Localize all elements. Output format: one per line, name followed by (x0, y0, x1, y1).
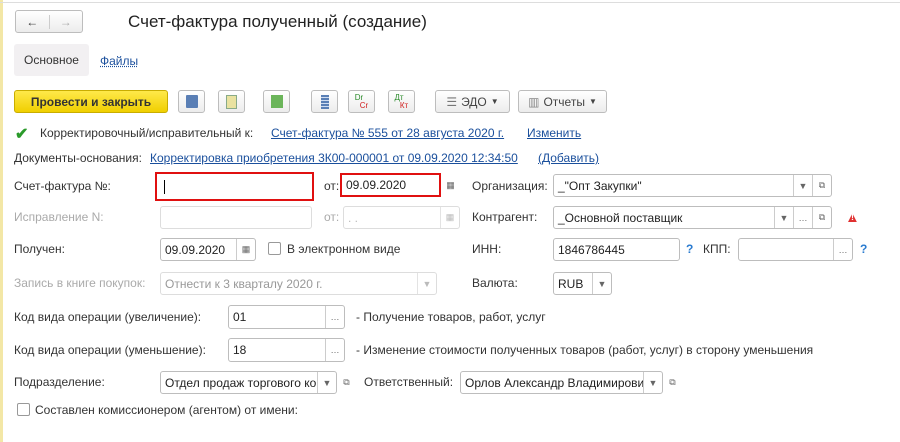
select-icon[interactable]: … (325, 306, 344, 328)
change-link[interactable]: Изменить (527, 126, 581, 140)
edo-icon: ☰ (446, 94, 458, 109)
warning-icon-mark: ! (851, 212, 854, 222)
dt-kt-button[interactable]: Дт Кт (388, 90, 415, 113)
report-icon: ▥ (528, 94, 540, 109)
kpp-help-icon[interactable]: ? (860, 242, 867, 256)
tab-main[interactable]: Основное (14, 44, 89, 76)
post-button[interactable] (218, 90, 245, 113)
op-decrease-label: Код вида операции (уменьшение): (14, 343, 206, 357)
department-label: Подразделение: (14, 375, 105, 389)
create-based-on-button[interactable] (263, 90, 290, 113)
cr-icon: Cr (359, 100, 369, 110)
dropdown-icon: ▼ (588, 97, 597, 106)
window-edge (0, 0, 3, 442)
dropdown-icon: ▼ (417, 273, 436, 294)
dropdown-icon: ▼ (490, 97, 499, 106)
responsible-label: Ответственный: (364, 375, 454, 389)
open-icon: ⧉ (669, 377, 676, 387)
select-icon[interactable]: … (793, 207, 812, 228)
calendar-icon: ▦ (446, 179, 455, 190)
department-select[interactable]: Отдел продаж торгового комплекса▼ (160, 371, 337, 394)
correction-label: Корректировочный/исправительный к: (40, 126, 254, 140)
tab-strip-border (0, 0, 900, 3)
counterparty-select[interactable]: _Основной поставщик ▼… ⧉ (553, 206, 832, 229)
base-doc-link[interactable]: Корректировка приобретения 3К00-000001 о… (150, 151, 518, 165)
currency-select[interactable]: RUB ▼ (553, 272, 612, 295)
nav-buttons: ← → (15, 10, 83, 33)
dropdown-icon[interactable]: ▼ (317, 372, 336, 393)
calendar-icon: ▦ (440, 207, 459, 228)
reports-label: Отчеты (543, 94, 585, 109)
select-icon[interactable]: … (833, 239, 852, 260)
fix-no-label: Исправление N: (14, 210, 104, 224)
invoice-date-label: от: (324, 179, 340, 193)
kpp-label: КПП: (703, 242, 731, 256)
post-document-icon (226, 94, 237, 109)
counterparty-label: Контрагент: (472, 210, 538, 224)
agent-label: Составлен комиссионером (агентом) от име… (35, 403, 298, 417)
post-and-close-button[interactable]: Провести и закрыть (14, 90, 168, 113)
floppy-icon (185, 95, 198, 108)
invoice-no-input[interactable] (155, 172, 314, 201)
currency-label: Валюта: (472, 276, 518, 290)
electronic-checkbox[interactable] (268, 242, 281, 255)
list-icon (320, 94, 329, 109)
edo-label: ЭДО (461, 94, 487, 109)
purchase-book-select: Отнести к 3 кварталу 2020 г. ▼ (160, 272, 437, 295)
kpp-input[interactable]: … (738, 238, 853, 261)
open-icon: ⧉ (343, 377, 350, 387)
responsible-open-button[interactable]: ⧉ (663, 371, 682, 394)
electronic-label: В электронном виде (287, 242, 401, 256)
received-label: Получен: (14, 242, 65, 256)
op-increase-desc: - Получение товаров, работ, услуг (356, 310, 546, 324)
inn-label: ИНН: (472, 242, 502, 256)
dr-cr-button[interactable]: Dr Cr (348, 90, 375, 113)
back-button[interactable]: ← (16, 14, 50, 29)
text-cursor (164, 180, 165, 194)
fix-date-input: . . ▦ (343, 206, 460, 229)
fix-no-input (160, 206, 312, 229)
dropdown-icon[interactable]: ▼ (774, 207, 793, 228)
fix-date-label: от: (324, 210, 340, 224)
department-open-button[interactable]: ⧉ (337, 371, 356, 394)
base-invoice-link[interactable]: Счет-фактура № 555 от 28 августа 2020 г. (271, 126, 504, 140)
forward-button[interactable]: → (50, 15, 83, 29)
dropdown-icon[interactable]: ▼ (592, 273, 611, 294)
calendar-icon[interactable]: ▦ (236, 239, 255, 260)
received-date-input[interactable]: 09.09.2020 ▦ (160, 238, 256, 261)
purchase-book-label: Запись в книге покупок: (14, 276, 146, 290)
op-decrease-desc: - Изменение стоимости полученных товаров… (356, 343, 814, 357)
inn-input[interactable]: 1846786445 (553, 238, 680, 261)
save-button[interactable] (178, 90, 205, 113)
add-base-doc-link[interactable]: (Добавить) (538, 151, 599, 165)
organization-label: Организация: (472, 179, 548, 193)
kt-icon: Кт (399, 100, 409, 110)
dropdown-icon[interactable]: ▼ (793, 175, 812, 196)
edo-button[interactable]: ☰ ЭДО ▼ (435, 90, 510, 113)
tab-main-label: Основное (24, 53, 79, 67)
invoice-date-calendar-button[interactable]: ▦ (441, 174, 460, 196)
reports-button[interactable]: ▥ Отчеты ▼ (518, 90, 607, 113)
open-icon[interactable]: ⧉ (812, 175, 831, 196)
tab-files[interactable]: Файлы (100, 54, 138, 68)
invoice-no-label: Счет-фактура №: (14, 179, 111, 193)
agent-checkbox[interactable] (17, 403, 30, 416)
correction-checkbox[interactable]: ✔ (15, 124, 28, 144)
responsible-select[interactable]: Орлов Александр Владимирович ▼ (460, 371, 663, 394)
journal-button[interactable] (311, 90, 338, 113)
invoice-date-input[interactable]: 09.09.2020 (340, 173, 441, 197)
open-icon[interactable]: ⧉ (812, 207, 831, 228)
base-docs-label: Документы-основания: (14, 151, 142, 165)
inn-help-icon[interactable]: ? (686, 242, 693, 256)
copy-green-icon (270, 95, 283, 108)
organization-select[interactable]: _"Опт Закупки" ▼ ⧉ (553, 174, 832, 197)
op-increase-label: Код вида операции (увеличение): (14, 310, 202, 324)
op-decrease-input[interactable]: 18… (228, 338, 345, 362)
select-icon[interactable]: … (325, 339, 344, 361)
op-increase-input[interactable]: 01… (228, 305, 345, 329)
dropdown-icon[interactable]: ▼ (643, 372, 662, 393)
page-title: Счет-фактура полученный (создание) (128, 12, 427, 31)
